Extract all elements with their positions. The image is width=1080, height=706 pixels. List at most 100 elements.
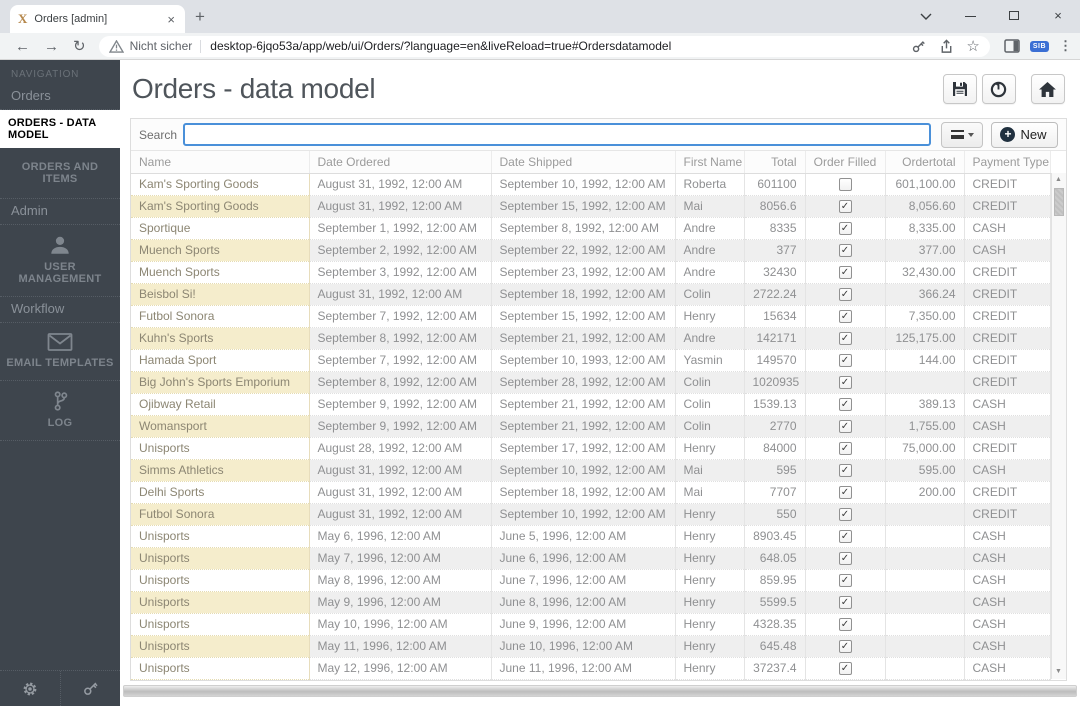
checkbox-checked[interactable]: ✓ <box>838 508 852 522</box>
table-row[interactable]: Womansport September 9, 1992, 12:00 AM Sep… <box>131 415 1051 438</box>
checkbox-checked[interactable]: ✓ <box>838 222 852 236</box>
checkbox-checked[interactable]: ✓ <box>838 574 852 588</box>
checkbox-checked[interactable]: ✓ <box>838 288 852 302</box>
table-row[interactable]: Hamada Sport September 7, 1992, 12:00 AM S… <box>131 349 1051 372</box>
checkbox-checked[interactable]: ✓ <box>838 464 852 478</box>
checkbox-checked[interactable]: ✓ <box>838 266 852 280</box>
checkbox-checked[interactable]: ✓ <box>838 332 852 346</box>
scrollbar-thumb[interactable] <box>1053 188 1064 216</box>
table-row[interactable]: Muench Sports September 3, 1992, 12:00 AM… <box>131 261 1051 284</box>
checkbox-checked[interactable]: ✓ <box>838 530 852 544</box>
table-row[interactable]: Big John's Sports Emporium September 8, 1… <box>131 371 1051 394</box>
sidebar-item-log[interactable]: LOG <box>0 381 120 441</box>
table-row[interactable]: Futbol Sonora August 31, 1992, 12:00 AM Se… <box>131 503 1051 526</box>
table-row[interactable]: Kam's Sporting Goods August 31, 1992, 12:… <box>131 195 1051 218</box>
settings-button[interactable] <box>0 671 60 706</box>
address-bar[interactable]: Nicht sicher desktop-6jqo53a/app/web/ui/… <box>98 35 990 57</box>
ordertotal-cell <box>885 569 965 592</box>
checkbox-unchecked[interactable] <box>838 178 852 192</box>
url-text[interactable]: desktop-6jqo53a/app/web/ui/Orders/?langu… <box>210 39 901 53</box>
ordertotal-cell: 377.00 <box>885 239 965 262</box>
checkbox-checked[interactable]: ✓ <box>838 596 852 610</box>
browser-tab[interactable]: X Orders [admin] × <box>10 5 185 33</box>
back-icon[interactable]: ← <box>15 39 30 54</box>
column-header-payment-type[interactable]: Payment Type <box>964 151 1051 174</box>
checkbox-checked[interactable]: ✓ <box>838 376 852 390</box>
sidebar-section-workflow[interactable]: Workflow <box>0 297 120 323</box>
extension-badge[interactable]: SIB <box>1029 40 1049 52</box>
total-cell: 8335 <box>744 217 806 240</box>
home-button[interactable] <box>1030 74 1065 104</box>
password-key-icon[interactable] <box>911 38 927 54</box>
sidebar-section-orders[interactable]: Orders <box>0 84 120 110</box>
window-chevron-icon[interactable] <box>904 8 948 23</box>
table-row[interactable]: Delhi Sports August 31, 1992, 12:00 AM Sep… <box>131 481 1051 504</box>
reload-icon[interactable]: ↻ <box>73 39 86 54</box>
security-label[interactable]: Nicht sicher <box>130 39 193 53</box>
tab-close-icon[interactable]: × <box>165 12 177 27</box>
new-record-button[interactable]: + New <box>991 121 1058 148</box>
column-header-order-filled[interactable]: Order Filled <box>805 151 886 174</box>
save-button[interactable] <box>942 74 977 104</box>
checkbox-checked[interactable]: ✓ <box>838 640 852 654</box>
table-row[interactable]: Simms Athletics August 31, 1992, 12:00 AM… <box>131 459 1051 482</box>
horizontal-scrollbar[interactable] <box>123 684 1077 697</box>
table-row[interactable]: Unisports May 9, 1996, 12:00 AM June 8, 19… <box>131 591 1051 614</box>
table-row[interactable]: Beisbol Si! August 31, 1992, 12:00 AM Sept… <box>131 283 1051 306</box>
sidebar-item-email-templates[interactable]: EMAIL TEMPLATES <box>0 323 120 381</box>
checkbox-checked[interactable]: ✓ <box>838 310 852 324</box>
app-favicon-icon: X <box>18 11 28 26</box>
table-row[interactable]: Futbol Sonora September 7, 1992, 12:00 AM… <box>131 305 1051 328</box>
scroll-down-icon[interactable]: ▼ <box>1052 665 1066 679</box>
column-header-date-ordered[interactable]: Date Ordered <box>309 151 492 174</box>
search-input[interactable] <box>183 123 932 146</box>
table-row[interactable]: Unisports May 10, 1996, 12:00 AM June 9, 1… <box>131 613 1051 636</box>
window-minimize-button[interactable] <box>948 8 992 23</box>
new-tab-button[interactable]: + <box>195 7 205 27</box>
key-button[interactable] <box>59 671 121 706</box>
table-row[interactable]: Unisports May 11, 1996, 12:00 AM June 10, … <box>131 635 1051 658</box>
checkbox-checked[interactable]: ✓ <box>838 662 852 676</box>
table-row[interactable]: Kam's Sporting Goods August 31, 1992, 12:… <box>131 173 1051 196</box>
column-header-total[interactable]: Total <box>744 151 806 174</box>
column-header-first-name[interactable]: First Name <box>675 151 745 174</box>
checkbox-checked[interactable]: ✓ <box>838 618 852 632</box>
table-row[interactable]: Sportique September 1, 1992, 12:00 AM Sept… <box>131 217 1051 240</box>
table-row[interactable]: Unisports May 12, 1996, 12:00 AM June 11, … <box>131 657 1051 680</box>
table-row[interactable]: Kuhn's Sports September 8, 1992, 12:00 AM… <box>131 327 1051 350</box>
checkbox-checked[interactable]: ✓ <box>838 244 852 258</box>
checkbox-checked[interactable]: ✓ <box>838 398 852 412</box>
checkbox-checked[interactable]: ✓ <box>838 420 852 434</box>
column-header-date-shipped[interactable]: Date Shipped <box>491 151 676 174</box>
vertical-scrollbar[interactable]: ▲ ▼ <box>1050 173 1066 679</box>
grid-menu-button[interactable] <box>941 121 984 148</box>
table-row[interactable]: Unisports May 7, 1996, 12:00 AM June 6, 19… <box>131 547 1051 570</box>
checkbox-checked[interactable]: ✓ <box>838 486 852 500</box>
sidebar-item-orders-and-items[interactable]: ORDERS AND ITEMS <box>0 148 120 199</box>
first-name-cell: Colin <box>675 415 745 438</box>
history-button[interactable] <box>981 74 1016 104</box>
table-row[interactable]: Ojibway Retail September 9, 1992, 12:00 A… <box>131 393 1051 416</box>
column-header-ordertotal[interactable]: Ordertotal <box>885 151 965 174</box>
warning-icon <box>108 39 124 53</box>
bookmark-star-icon[interactable]: ☆ <box>966 39 979 54</box>
checkbox-checked[interactable]: ✓ <box>838 442 852 456</box>
table-row[interactable]: Unisports May 6, 1996, 12:00 AM June 5, 19… <box>131 525 1051 548</box>
window-maximize-button[interactable] <box>992 8 1036 23</box>
sidebar-item-user-management[interactable]: USER MANAGEMENT <box>0 225 120 297</box>
table-row[interactable]: Muench Sports September 2, 1992, 12:00 AM… <box>131 239 1051 262</box>
scroll-up-icon[interactable]: ▲ <box>1052 173 1066 187</box>
reading-list-icon[interactable] <box>1004 39 1020 53</box>
column-header-name[interactable]: Name <box>131 151 310 174</box>
browser-menu-icon[interactable]: ⋮ <box>1059 38 1072 54</box>
share-icon[interactable] <box>939 38 954 54</box>
checkbox-checked[interactable]: ✓ <box>838 200 852 214</box>
checkbox-checked[interactable]: ✓ <box>838 552 852 566</box>
forward-icon[interactable]: → <box>44 39 59 54</box>
table-row[interactable]: Unisports August 28, 1992, 12:00 AM Septem… <box>131 437 1051 460</box>
table-row[interactable]: Unisports May 8, 1996, 12:00 AM June 7, 19… <box>131 569 1051 592</box>
checkbox-checked[interactable]: ✓ <box>838 354 852 368</box>
sidebar-section-admin[interactable]: Admin <box>0 199 120 225</box>
window-close-button[interactable]: × <box>1036 8 1080 23</box>
sidebar-item-orders-data-model[interactable]: ORDERS - DATA MODEL <box>0 110 120 148</box>
